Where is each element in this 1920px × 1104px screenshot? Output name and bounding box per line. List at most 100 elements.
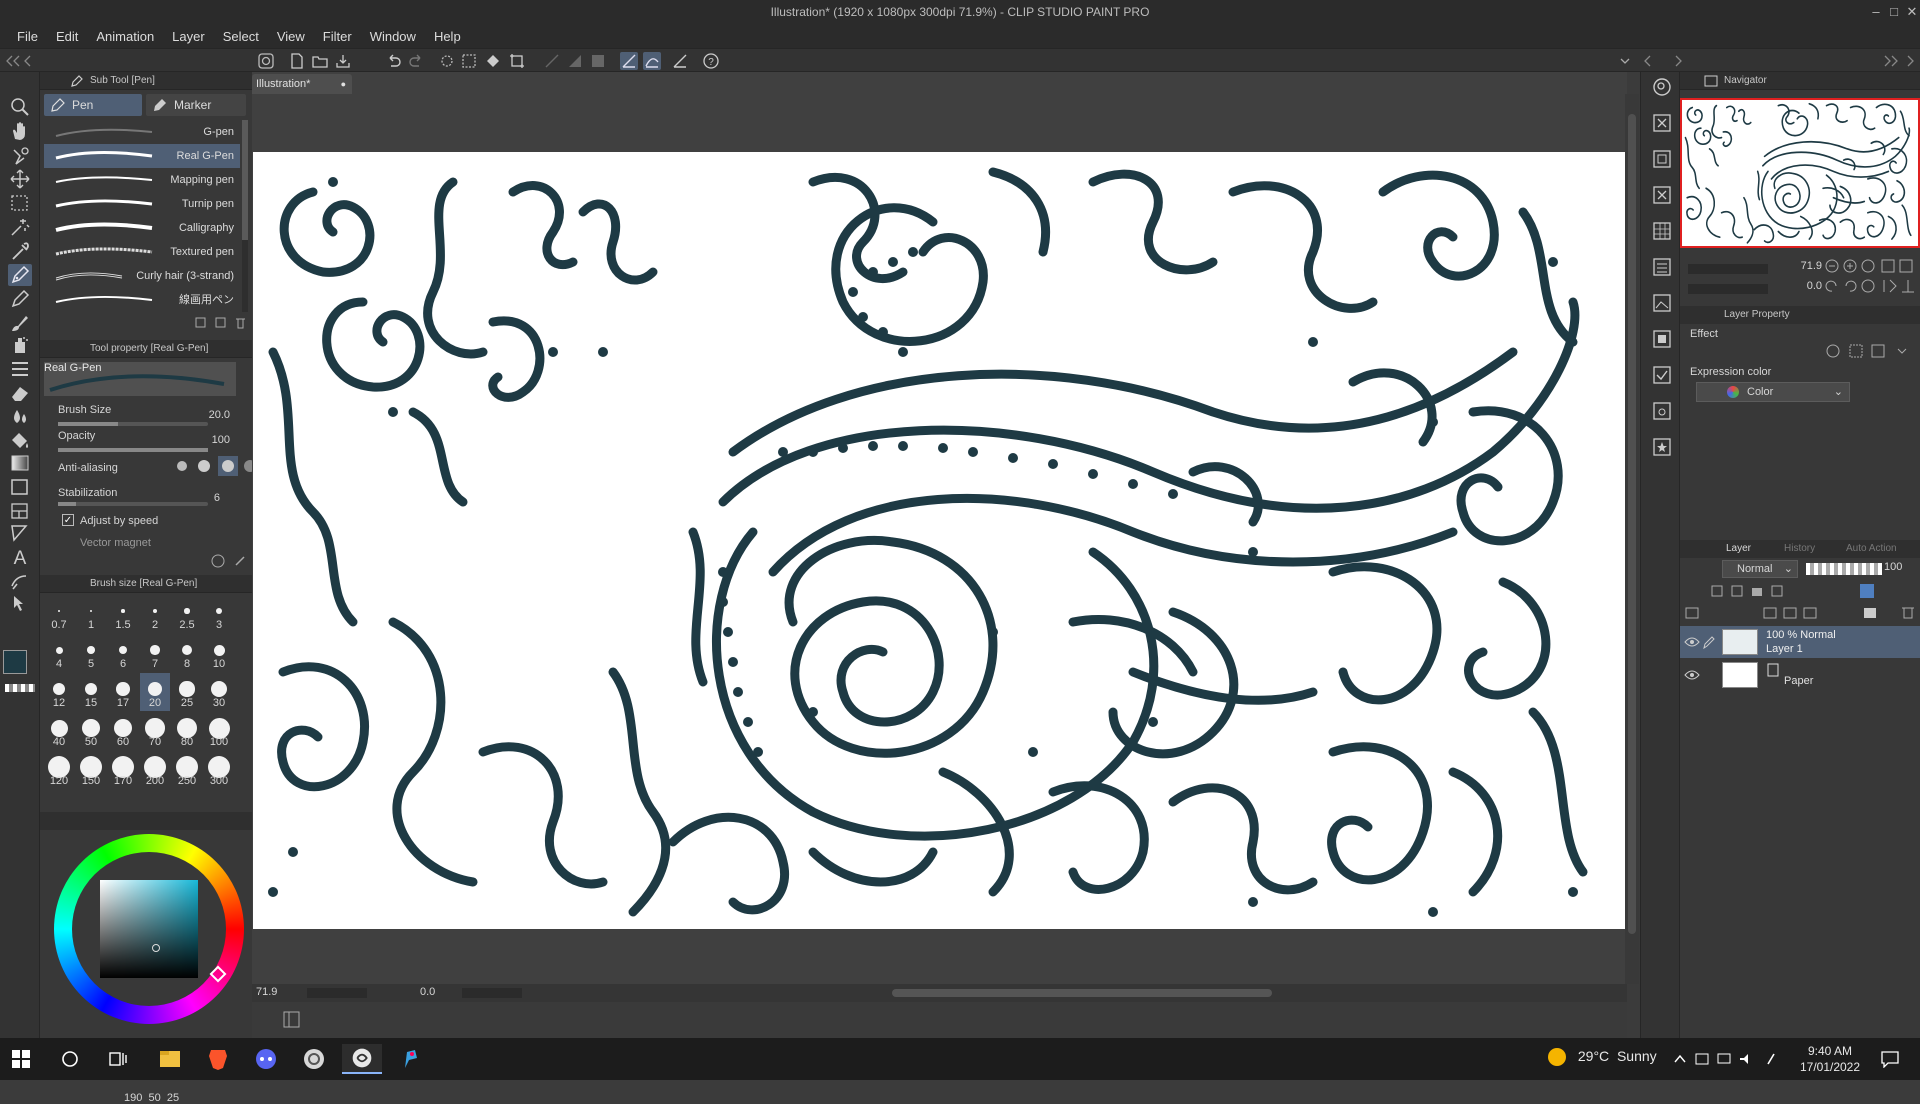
image-icon[interactable] (1651, 292, 1673, 314)
brush-size-option[interactable]: 40 (44, 712, 74, 750)
blend-mode-select[interactable]: Normal ⌄ (1722, 560, 1798, 578)
panel-chevrons-icon[interactable] (1640, 54, 1700, 68)
rotate-tool-icon[interactable] (8, 144, 32, 166)
brush-size-option[interactable]: 4 (44, 634, 74, 672)
canvas-paper[interactable] (253, 152, 1625, 929)
tab-auto-action[interactable]: Auto Action (1846, 543, 1897, 554)
layer-row-paper[interactable]: Paper (1680, 659, 1920, 691)
star-icon[interactable] (1651, 436, 1673, 458)
clip-studio-paint-icon[interactable] (342, 1044, 382, 1074)
brush-size-option[interactable]: 7 (140, 634, 170, 672)
close-button[interactable]: ✕ (1902, 2, 1920, 22)
brush-textured-pen[interactable]: Textured pen (44, 240, 240, 264)
file-explorer-icon[interactable] (150, 1044, 190, 1074)
menu-layer[interactable]: Layer (163, 29, 214, 44)
deselect-icon[interactable] (460, 52, 478, 70)
eye-icon[interactable] (1684, 636, 1700, 648)
undo-icon[interactable] (385, 52, 403, 70)
brush-size-option[interactable]: 1 (76, 595, 106, 633)
balloon-tool-icon[interactable] (8, 570, 32, 592)
brave-browser-icon[interactable] (198, 1044, 238, 1074)
brush-size-option[interactable]: 12 (44, 673, 74, 711)
menu-view[interactable]: View (268, 29, 314, 44)
brush-size-option[interactable]: 150 (76, 751, 106, 789)
notification-icon[interactable] (1880, 1050, 1900, 1068)
main-color-swatch[interactable] (3, 650, 27, 674)
navigator-rotation-value[interactable]: 0.0 (1792, 280, 1822, 292)
color-picker-cursor[interactable] (152, 944, 160, 952)
menu-file[interactable]: File (8, 29, 47, 44)
snap-to-grid-icon[interactable] (643, 52, 661, 70)
opacity-slider[interactable] (58, 448, 208, 452)
brush-size-option[interactable]: 20 (140, 673, 170, 711)
brush-mapping-pen[interactable]: Mapping pen (44, 168, 240, 192)
panel-toggle-icon[interactable] (282, 1010, 302, 1030)
search-icon[interactable] (1651, 76, 1673, 98)
close-tab-icon[interactable]: ● (341, 74, 346, 94)
text-tool-icon[interactable]: A (8, 546, 32, 568)
navigator-zoom-slider[interactable] (1688, 264, 1768, 274)
tab-layer[interactable]: Layer (1726, 543, 1751, 554)
grid-icon[interactable] (1651, 220, 1673, 242)
brush-size-option[interactable]: 25 (172, 673, 202, 711)
brush-size-option[interactable]: 100 (204, 712, 234, 750)
tool-property-actions-icon[interactable] (210, 553, 250, 569)
brush-size-slider[interactable] (58, 422, 208, 426)
subtool-actions-icon[interactable] (194, 316, 248, 330)
figure-tool-icon[interactable] (8, 476, 32, 498)
ruler-icon[interactable] (671, 52, 689, 70)
brush-size-option[interactable]: 60 (108, 712, 138, 750)
menu-filter[interactable]: Filter (314, 29, 361, 44)
pencil-tool-icon[interactable] (8, 288, 32, 310)
brush-size-option[interactable]: 170 (108, 751, 138, 789)
brush-size-option[interactable]: 30 (204, 673, 234, 711)
layer-opacity-slider[interactable] (1806, 563, 1882, 575)
brush-tool-icon[interactable] (8, 312, 32, 334)
move-tool-icon[interactable] (8, 168, 32, 190)
brush-size-option[interactable]: 50 (76, 712, 106, 750)
brush-turnip-pen[interactable]: Turnip pen (44, 192, 240, 216)
redo-icon[interactable] (407, 52, 425, 70)
adjust-by-speed-checkbox[interactable]: ✓ (62, 514, 74, 526)
menu-select[interactable]: Select (214, 29, 268, 44)
brush-line-art-pen[interactable]: 線画用ペン (44, 288, 240, 312)
brush-size-option[interactable]: 0.7 (44, 595, 74, 633)
save-icon[interactable] (334, 52, 352, 70)
zoom-value[interactable]: 71.9 (256, 986, 277, 998)
brush-size-option[interactable]: 300 (204, 751, 234, 789)
fill-icon[interactable] (484, 52, 502, 70)
brush-size-option[interactable]: 17 (108, 673, 138, 711)
navigator-zoom-buttons[interactable] (1824, 258, 1916, 274)
cut-icon[interactable] (1651, 184, 1673, 206)
layer-row-layer-1[interactable]: 100 % Normal Layer 1 (1680, 626, 1920, 658)
saturation-value-square[interactable] (100, 880, 198, 978)
correct-line-tool-icon[interactable] (8, 592, 32, 614)
brush-curly-hair[interactable]: Curly hair (3-strand) (44, 264, 240, 288)
brush-size-option[interactable]: 15 (76, 673, 106, 711)
taskbar-clock[interactable]: 9:40 AM 17/01/2022 (1790, 1043, 1870, 1075)
copy-icon[interactable] (1651, 148, 1673, 170)
navigator-rotate-buttons[interactable] (1824, 278, 1916, 294)
hand-tool-icon[interactable] (8, 120, 32, 142)
maximize-button[interactable]: □ (1884, 2, 1904, 22)
document-tab[interactable]: Illustration* ● (252, 74, 352, 94)
eyedropper-tool-icon[interactable] (8, 240, 32, 262)
brush-size-option[interactable]: 1.5 (108, 595, 138, 633)
brush-g-pen[interactable]: G-pen (44, 120, 240, 144)
layer-fill-icon[interactable] (1651, 328, 1673, 350)
brush-size-option[interactable]: 80 (172, 712, 202, 750)
selection-tool-icon[interactable] (8, 192, 32, 214)
menu-window[interactable]: Window (361, 29, 425, 44)
navigator-zoom-value[interactable]: 71.9 (1792, 260, 1822, 272)
brush-size-option[interactable]: 2.5 (172, 595, 202, 633)
fill-tool-icon[interactable] (8, 430, 32, 452)
task-view-icon[interactable] (108, 1049, 128, 1069)
brush-size-option[interactable]: 5 (76, 634, 106, 672)
snap-to-special-ruler-icon[interactable] (620, 52, 638, 70)
vertical-scrollbar[interactable] (1625, 94, 1639, 984)
brush-size-option[interactable]: 6 (108, 634, 138, 672)
clip-studio-launcher-icon[interactable] (294, 1044, 334, 1074)
check-icon[interactable] (1651, 364, 1673, 386)
subtool-scrollbar[interactable] (242, 120, 248, 312)
horizontal-scrollbar[interactable] (892, 989, 1272, 997)
